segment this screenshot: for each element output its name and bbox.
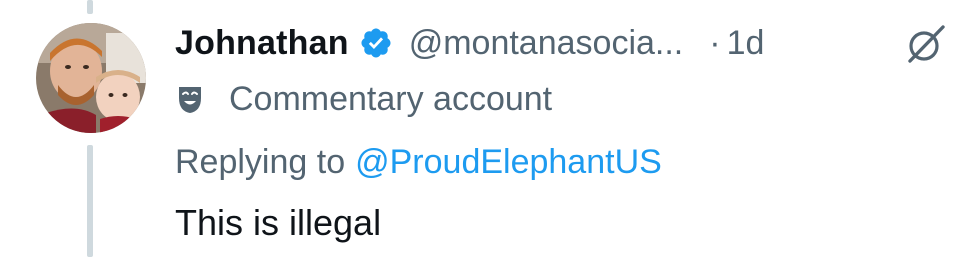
timestamp[interactable]: 1d: [727, 24, 765, 63]
grok-icon[interactable]: [903, 21, 949, 67]
tweet-text: This is illegal: [175, 202, 382, 243]
user-handle[interactable]: @montanasocia...: [409, 24, 684, 63]
verified-badge-icon[interactable]: [359, 26, 393, 60]
avatar-image: [36, 23, 146, 133]
thread-line-bottom: [87, 145, 93, 257]
replying-to-label: Replying to: [175, 142, 346, 181]
separator-dot: ·: [709, 23, 721, 62]
thread-line-top: [87, 0, 93, 14]
account-label[interactable]: Commentary account: [175, 76, 552, 122]
reply-mention-link[interactable]: @ProudElephantUS: [355, 143, 662, 182]
display-name[interactable]: Johnathan: [175, 24, 349, 63]
avatar[interactable]: [36, 23, 146, 133]
account-label-text: Commentary account: [229, 79, 553, 118]
tweet-header: Johnathan @montanasocia... · 1d: [175, 17, 955, 69]
replying-to: Replying to @ProudElephantUS: [175, 139, 662, 185]
comedy-mask-icon: [175, 84, 205, 114]
